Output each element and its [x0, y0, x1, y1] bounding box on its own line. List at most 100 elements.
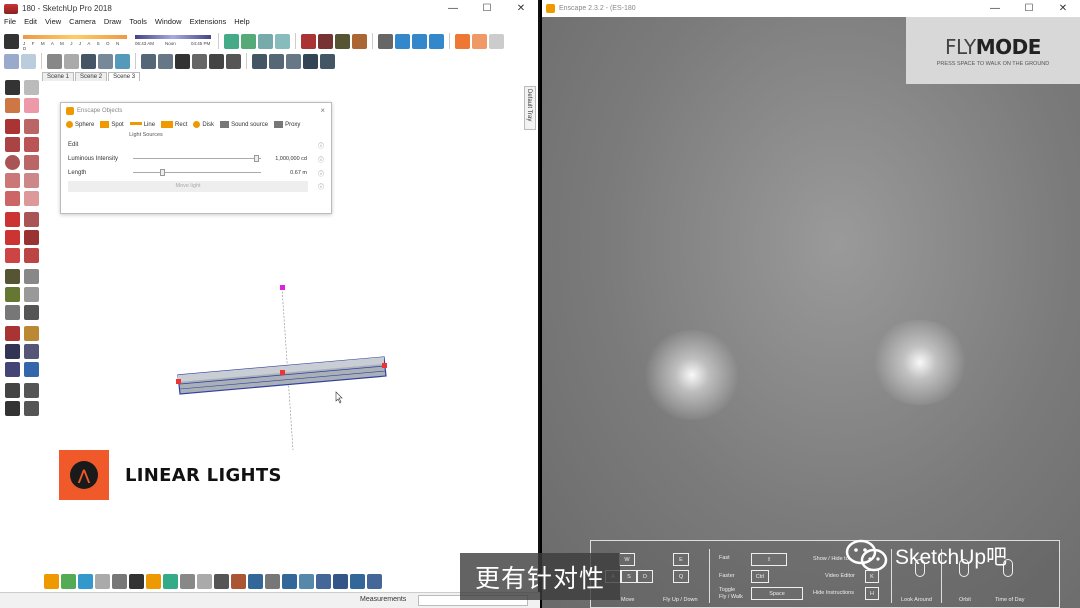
light-center-handle[interactable] — [280, 370, 285, 375]
hide-instructions-label: Hide Instructions — [813, 590, 854, 596]
rect-light-button[interactable]: Rect — [161, 120, 187, 128]
enscape-icon[interactable] — [44, 573, 59, 589]
video-icon[interactable] — [95, 573, 110, 589]
slider-knob[interactable] — [160, 169, 166, 176]
disk-light-button[interactable]: Disk — [193, 120, 214, 128]
scene-icon[interactable] — [282, 573, 297, 589]
luminous-intensity-value: 1,000,000 cd — [275, 156, 307, 162]
mouse-cursor-icon — [335, 391, 343, 404]
line-light-button[interactable]: Line — [129, 122, 155, 128]
time-of-day-label: Time of Day — [995, 597, 1025, 603]
wechat-watermark: SketchUp吧 — [845, 538, 1007, 574]
show-hide-label: Show / Hide to — [813, 556, 849, 562]
scene-icon[interactable] — [248, 573, 263, 589]
spot-light-button[interactable]: Spot — [100, 120, 124, 128]
disk-light-icon — [193, 120, 201, 128]
enscape-title: Enscape 2.3.2 - (ES-180 — [559, 5, 636, 12]
panorama-icon[interactable] — [129, 573, 144, 589]
scene-icon[interactable] — [316, 573, 331, 589]
fast-label: Fast — [719, 555, 730, 561]
length-value: 0.67 m — [290, 170, 307, 176]
bottom-toolbar — [44, 570, 382, 592]
enscape-titlebar: Enscape 2.3.2 - (ES-180 — ☐ ✕ — [542, 0, 1080, 17]
key-shift: ⇧ — [751, 553, 787, 566]
key-d: D — [637, 570, 653, 583]
length-slider[interactable] — [133, 169, 261, 176]
key-s: S — [621, 570, 637, 583]
scene-icon[interactable] — [299, 573, 314, 589]
proxy-icon — [274, 120, 284, 128]
light-glow — [870, 320, 970, 405]
panel-close-button[interactable]: × — [320, 106, 325, 115]
key-e: E — [673, 553, 689, 566]
proxy-button[interactable]: Proxy — [274, 120, 300, 128]
move-label: Move — [621, 597, 635, 603]
orbit-label: Orbit — [959, 597, 971, 603]
materials-icon[interactable] — [163, 573, 178, 589]
watermark-text: SketchUp吧 — [895, 546, 1008, 569]
edit-label: Edit — [68, 142, 79, 148]
info-icon[interactable]: ⓘ — [318, 141, 324, 150]
panel-titlebar: Enscape Objects — [61, 103, 331, 118]
bulb-icon — [66, 120, 73, 128]
maximize-button[interactable]: ☐ — [1012, 0, 1046, 17]
scene-icon[interactable] — [350, 573, 365, 589]
video-subtitle: 更有针对性 — [460, 553, 620, 600]
spotlight-icon — [100, 120, 110, 128]
render-icon[interactable] — [78, 573, 93, 589]
minimize-button[interactable]: — — [978, 0, 1012, 17]
fly-label: Fly Up / Down — [663, 597, 698, 603]
faster-label: Faster — [719, 573, 735, 579]
key-w: W — [619, 553, 635, 566]
linear-lights-badge: ⋀ LINEAR LIGHTS — [59, 450, 309, 500]
key-space: Space — [751, 587, 803, 600]
enscape-window[interactable]: Enscape 2.3.2 - (ES-180 — ☐ ✕ FLYMODE PR… — [542, 0, 1080, 608]
camera-icon[interactable] — [112, 573, 127, 589]
length-label: Length — [68, 170, 87, 176]
light-end-handle[interactable] — [382, 363, 387, 368]
move-light-row: Move light ⓘ — [61, 180, 331, 193]
enscape-logo-icon: ⋀ — [59, 450, 109, 500]
info-icon[interactable]: ⓘ — [318, 169, 324, 178]
move-light-button[interactable]: Move light — [68, 181, 308, 192]
slider-knob[interactable] — [253, 155, 259, 162]
panel-title: Enscape Objects — [77, 107, 123, 114]
rect-light-icon — [161, 120, 174, 128]
light-type-bar: Sphere Spot Line Rect Disk Sound source … — [61, 118, 331, 131]
light-target-handle[interactable] — [280, 285, 285, 290]
speaker-icon — [220, 120, 230, 128]
flymode-hint: PRESS SPACE TO WALK ON THE GROUND — [936, 61, 1050, 67]
light-glow — [642, 330, 742, 420]
scene-icon[interactable] — [265, 573, 280, 589]
scene-icon[interactable] — [367, 573, 382, 589]
close-button[interactable]: ✕ — [1046, 0, 1080, 17]
export-icon[interactable] — [231, 573, 246, 589]
enscape-objects-panel: Enscape Objects × Sphere Spot Line Rect … — [60, 102, 332, 214]
toggle-label: Toggle Fly / Walk — [719, 587, 743, 600]
sound-source-button[interactable]: Sound source — [220, 120, 268, 128]
info-icon[interactable]: ⓘ — [318, 182, 324, 191]
sphere-light-button[interactable]: Sphere — [66, 120, 94, 128]
audio-icon[interactable] — [180, 573, 195, 589]
status-bar: Measurements — [0, 592, 540, 608]
model-viewport[interactable] — [0, 0, 540, 592]
wechat-icon — [845, 539, 888, 572]
luminous-intensity-slider[interactable] — [133, 155, 261, 162]
luminous-intensity-row: Luminous Intensity 1,000,000 cd ⓘ — [61, 152, 331, 166]
luminous-intensity-label: Luminous Intensity — [68, 156, 119, 162]
info-icon[interactable]: ⓘ — [318, 155, 324, 164]
flymode-word-fly: FLY — [945, 35, 976, 59]
key-ctrl: Ctrl — [751, 570, 769, 583]
edit-row: Edit ⓘ — [61, 138, 331, 152]
scene-icon[interactable] — [333, 573, 348, 589]
enscape-logo-icon — [546, 4, 555, 13]
vr-icon[interactable] — [214, 573, 229, 589]
settings-icon[interactable] — [197, 573, 212, 589]
key-q: Q — [673, 570, 689, 583]
objects-icon[interactable] — [146, 573, 161, 589]
linear-light-tube[interactable] — [177, 356, 387, 395]
light-end-handle[interactable] — [176, 379, 181, 384]
measurements-label: Measurements — [360, 596, 407, 603]
refresh-icon[interactable] — [61, 573, 76, 589]
key-h: H — [865, 587, 879, 600]
